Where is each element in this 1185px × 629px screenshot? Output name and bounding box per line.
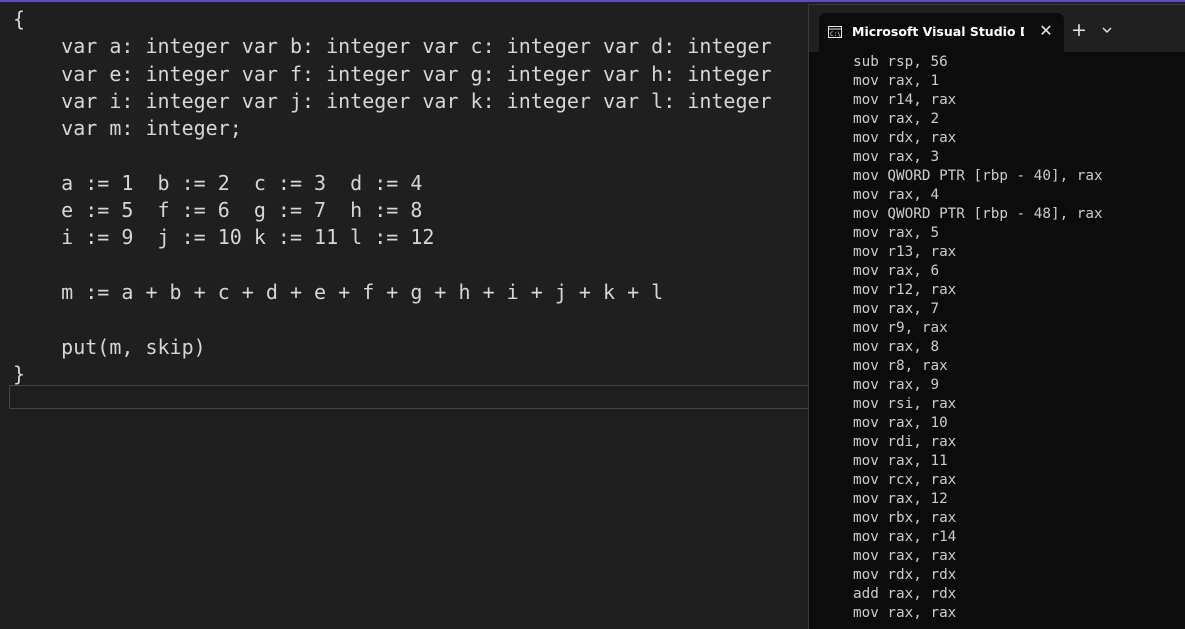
console-line: mov rax, 9 xyxy=(853,377,940,393)
debug-console-window[interactable]: C:\ Microsoft Visual Studio Debug Consol… xyxy=(808,4,1185,629)
console-line: mov rax, 2 xyxy=(853,111,940,127)
console-line: mov r9, rax xyxy=(853,320,948,336)
console-line: mov rax, 7 xyxy=(853,301,940,317)
chevron-down-icon[interactable] xyxy=(1099,21,1115,39)
console-line: mov rax, 10 xyxy=(853,415,948,431)
svg-text:C:\: C:\ xyxy=(830,31,841,38)
console-line: mov r12, rax xyxy=(853,282,957,298)
console-line: mov rax, 11 xyxy=(853,453,948,469)
console-line: mov rax, r14 xyxy=(853,529,957,545)
console-line: mov r13, rax xyxy=(853,244,957,260)
code-line: e := 5 f := 6 g := 7 h := 8 xyxy=(13,198,423,223)
code-line: var a: integer var b: integer var c: int… xyxy=(13,34,772,59)
code-line: { xyxy=(13,7,26,31)
console-line: mov rax, 3 xyxy=(853,149,940,165)
code-editor[interactable]: { var a: integer var b: integer var c: i… xyxy=(0,2,810,629)
code-line: var m: integer; xyxy=(13,116,242,141)
console-app-icon: C:\ xyxy=(828,26,842,38)
code-line: a := 1 b := 2 c := 3 d := 4 xyxy=(13,170,423,195)
console-line: mov rax, 4 xyxy=(853,187,940,203)
console-tab-bar: C:\ Microsoft Visual Studio Debug Consol… xyxy=(809,5,1185,52)
close-icon[interactable]: ✕ xyxy=(1037,21,1055,41)
console-line: mov rdx, rdx xyxy=(853,567,957,583)
console-line: mov rbx, rax xyxy=(853,510,957,526)
console-line: mov rax, rax xyxy=(853,548,957,564)
console-tab-title: Microsoft Visual Studio Debug Console xyxy=(852,24,1024,39)
console-line: mov rdi, rax xyxy=(853,434,957,450)
console-line: mov r8, rax xyxy=(853,358,948,374)
console-line: mov QWORD PTR [rbp - 40], rax xyxy=(853,168,1103,184)
console-line: sub rsp, 56 xyxy=(853,54,948,70)
code-line: var i: integer var j: integer var k: int… xyxy=(13,88,772,113)
console-line: mov rdx, rax xyxy=(853,130,957,146)
new-tab-button[interactable]: + xyxy=(1071,20,1087,40)
console-line: mov rcx, rax xyxy=(853,472,957,488)
console-line: mov rax, 1 xyxy=(853,73,940,89)
current-line-highlight[interactable] xyxy=(9,385,809,409)
console-output[interactable]: sub rsp, 56 mov rax, 1 mov r14, rax mov rax… xyxy=(853,53,1103,623)
console-line: mov rax, 6 xyxy=(853,263,940,279)
code-line: put(m, skip) xyxy=(13,334,206,359)
code-line: i := 9 j := 10 k := 11 l := 12 xyxy=(13,225,435,250)
code-line: var e: integer var f: integer var g: int… xyxy=(13,61,772,86)
console-line: mov rax, 8 xyxy=(853,339,940,355)
console-line: add rax, rdx xyxy=(853,586,957,602)
console-line: mov rax, 12 xyxy=(853,491,948,507)
code-text[interactable]: { var a: integer var b: integer var c: i… xyxy=(13,6,772,388)
console-line: mov rsi, rax xyxy=(853,396,957,412)
console-line: mov rax, rax xyxy=(853,605,957,621)
console-line: mov rax, 5 xyxy=(853,225,940,241)
code-line: m := a + b + c + d + e + f + g + h + i +… xyxy=(13,279,664,304)
console-line: mov r14, rax xyxy=(853,92,957,108)
console-line: mov QWORD PTR [rbp - 48], rax xyxy=(853,206,1103,222)
console-tab[interactable]: C:\ Microsoft Visual Studio Debug Consol… xyxy=(819,13,1064,52)
